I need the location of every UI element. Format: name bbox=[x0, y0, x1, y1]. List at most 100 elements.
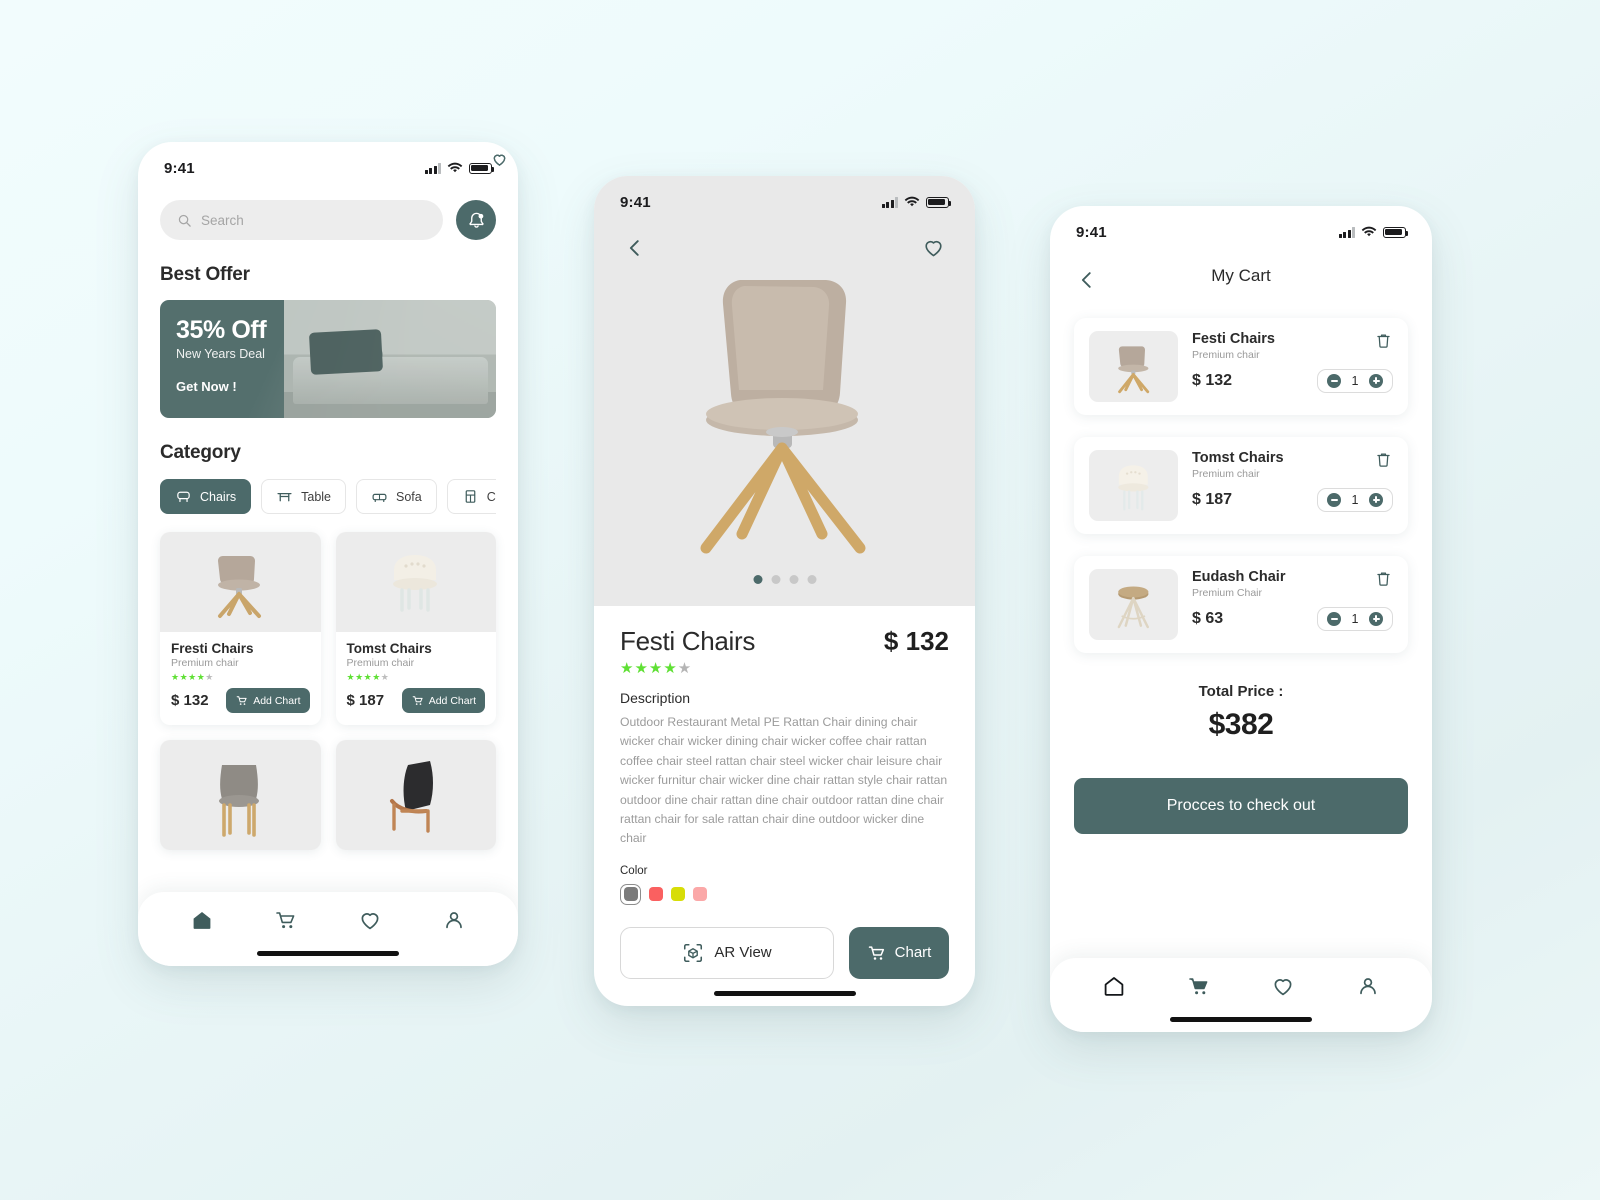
delete-item-button[interactable] bbox=[1374, 331, 1393, 355]
home-icon bbox=[193, 911, 211, 929]
decrease-quantity-button[interactable] bbox=[1327, 493, 1341, 507]
cart-item-footer: $ 63 1 bbox=[1192, 607, 1393, 631]
product-title: Festi Chairs bbox=[620, 626, 756, 656]
notification-button[interactable] bbox=[456, 200, 496, 240]
carousel-dot[interactable] bbox=[789, 575, 798, 584]
increase-quantity-button[interactable] bbox=[1369, 612, 1383, 626]
add-to-cart-button[interactable]: Chart bbox=[849, 926, 949, 979]
total-price-section: Total Price : $382 bbox=[1050, 683, 1432, 742]
product-thumbnail bbox=[335, 740, 496, 850]
cart-item-details: Tomst Chairs Premium chair $ 187 1 bbox=[1192, 450, 1393, 512]
home-icon bbox=[1104, 976, 1124, 996]
category-chip-label: Table bbox=[301, 489, 332, 504]
cart-item-price: $ 63 bbox=[1192, 610, 1224, 627]
back-button[interactable] bbox=[624, 237, 646, 264]
favorite-toggle[interactable] bbox=[922, 236, 945, 264]
product-name: Fresti Chairs bbox=[171, 641, 254, 656]
trash-icon bbox=[1377, 572, 1390, 586]
color-swatch[interactable] bbox=[693, 887, 707, 902]
product-card[interactable]: Fresti Chairs Premium chair ★★★★★ $ 132 … bbox=[160, 154, 506, 725]
cart-item-header: Eudash Chair Premium Chair bbox=[1192, 569, 1393, 599]
product-hero: 9:41 bbox=[594, 176, 975, 606]
increase-quantity-button[interactable] bbox=[1369, 493, 1383, 507]
cart-item-footer: $ 187 1 bbox=[1192, 488, 1393, 512]
product-price: $ 187 bbox=[346, 692, 385, 709]
add-to-cart-label: Add Chart bbox=[428, 694, 476, 707]
nav-item-home[interactable] bbox=[190, 908, 214, 937]
product-info: Tomst Chairs Premium chair ★★★★★ $ 187 A… bbox=[336, 632, 497, 725]
search-row: Search bbox=[160, 200, 496, 240]
color-swatch[interactable] bbox=[671, 887, 685, 902]
nav-item-favorites[interactable] bbox=[1271, 974, 1295, 1003]
cart-item-name: Tomst Chairs bbox=[1192, 450, 1284, 466]
trash-icon bbox=[1377, 334, 1390, 348]
detail-action-row: AR View Chart bbox=[620, 926, 949, 979]
quantity-stepper[interactable]: 1 bbox=[1317, 369, 1393, 393]
color-swatch-selected[interactable] bbox=[620, 883, 641, 905]
product-card[interactable] bbox=[335, 154, 506, 850]
carousel-dots[interactable] bbox=[753, 575, 816, 584]
product-info: Fresti Chairs Premium chair ★★★★★ $ 132 … bbox=[160, 632, 321, 725]
cart-item-details: Festi Chairs Premium chair $ 132 1 bbox=[1192, 331, 1393, 393]
cart-item[interactable]: Tomst Chairs Premium chair $ 187 1 bbox=[1074, 437, 1408, 534]
stool-product-image bbox=[1117, 585, 1149, 628]
category-chip-chairs[interactable]: Chairs bbox=[160, 479, 252, 514]
status-icons bbox=[1338, 226, 1409, 238]
nav-item-profile[interactable] bbox=[442, 908, 466, 937]
nav-item-cart[interactable] bbox=[1187, 974, 1211, 1003]
description-text: Outdoor Restaurant Metal PE Rattan Chair… bbox=[620, 715, 948, 846]
decrease-quantity-button[interactable] bbox=[1327, 374, 1341, 388]
cart-item-thumbnail bbox=[1089, 450, 1178, 521]
product-price-row: $ 187 Add Chart bbox=[346, 688, 485, 713]
increase-quantity-button[interactable] bbox=[1369, 374, 1383, 388]
offer-cta-label[interactable]: Get Now ! bbox=[176, 379, 266, 394]
delete-item-button[interactable] bbox=[1374, 569, 1393, 593]
offer-subtitle: New Years Deal bbox=[176, 347, 265, 361]
search-placeholder: Search bbox=[201, 212, 244, 228]
cart-item-footer: $ 132 1 bbox=[1192, 369, 1393, 393]
checkout-label: Procces to check out bbox=[1166, 797, 1316, 814]
cellular-signal-icon bbox=[1338, 226, 1355, 238]
add-to-cart-button[interactable]: Add Chart bbox=[226, 688, 310, 713]
nav-item-cart[interactable] bbox=[274, 908, 298, 937]
wifi-icon bbox=[904, 196, 920, 207]
search-input[interactable]: Search bbox=[160, 200, 443, 240]
decrease-quantity-button[interactable] bbox=[1327, 612, 1341, 626]
quantity-value: 1 bbox=[1351, 612, 1359, 626]
nav-item-profile[interactable] bbox=[1356, 974, 1380, 1003]
product-card[interactable]: Tomst Chairs Premium chair ★★★★★ $ 187 A… bbox=[335, 154, 506, 725]
chevron-left-icon bbox=[629, 239, 639, 256]
checkout-button[interactable]: Procces to check out bbox=[1074, 778, 1408, 834]
cellular-signal-icon bbox=[881, 196, 898, 208]
product-card[interactable] bbox=[160, 154, 506, 850]
cart-item[interactable]: Festi Chairs Premium chair $ 132 1 bbox=[1074, 318, 1408, 415]
carousel-dot[interactable] bbox=[753, 575, 762, 584]
product-detail-body: Festi Chairs ★★★★★ $ 132 Description Out… bbox=[594, 606, 975, 979]
delete-item-button[interactable] bbox=[1374, 450, 1393, 474]
quantity-stepper[interactable]: 1 bbox=[1317, 488, 1393, 512]
phone-home-screen: 9:41 Search Best Offer 35% Off New Years… bbox=[138, 142, 518, 966]
category-chip-table[interactable]: Table bbox=[261, 479, 347, 514]
table-icon bbox=[277, 493, 292, 502]
quantity-value: 1 bbox=[1351, 374, 1359, 388]
carousel-dot[interactable] bbox=[807, 575, 816, 584]
quantity-stepper[interactable]: 1 bbox=[1317, 607, 1393, 631]
nav-item-home[interactable] bbox=[1102, 974, 1126, 1003]
ar-view-button[interactable]: AR View bbox=[620, 926, 834, 979]
color-swatch[interactable] bbox=[649, 887, 663, 902]
add-to-cart-button[interactable]: Add Chart bbox=[401, 688, 485, 713]
product-price-row: $ 132 Add Chart bbox=[171, 688, 310, 713]
cart-item-details: Eudash Chair Premium Chair $ 63 1 bbox=[1192, 569, 1393, 631]
cart-item-name: Eudash Chair bbox=[1192, 569, 1286, 585]
category-chip-label: Chairs bbox=[200, 489, 237, 504]
cart-item-thumbnail bbox=[1089, 331, 1178, 402]
wifi-icon bbox=[447, 162, 463, 173]
category-chip-sofa[interactable]: Sofa bbox=[356, 479, 437, 514]
offer-banner[interactable]: 35% Off New Years Deal Get Now ! bbox=[160, 300, 496, 418]
nav-item-favorites[interactable] bbox=[358, 908, 382, 937]
cart-icon bbox=[868, 946, 884, 960]
category-chip-cupboard[interactable]: Cu bbox=[446, 479, 496, 514]
cart-item-subtitle: Premium Chair bbox=[1192, 587, 1263, 599]
cart-item[interactable]: Eudash Chair Premium Chair $ 63 1 bbox=[1074, 556, 1408, 653]
carousel-dot[interactable] bbox=[771, 575, 780, 584]
